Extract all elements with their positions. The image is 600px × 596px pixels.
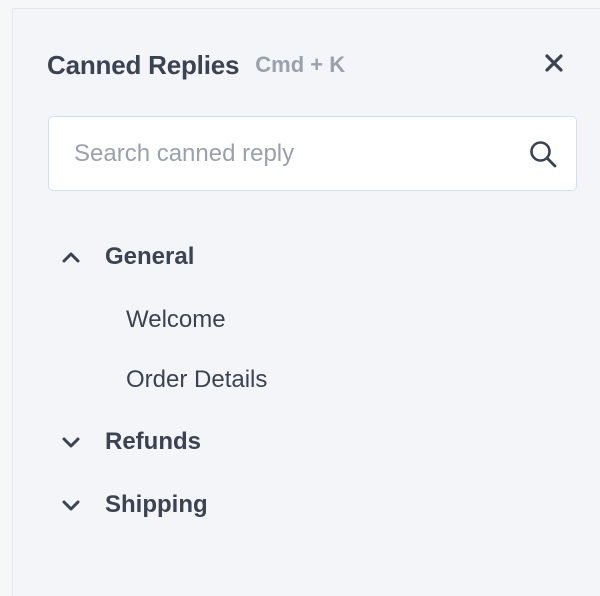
category-general[interactable]: General	[59, 237, 194, 277]
chevron-down-icon	[59, 430, 83, 454]
category-shipping[interactable]: Shipping	[59, 485, 208, 525]
keyboard-shortcut-hint: Cmd + K	[255, 52, 346, 77]
close-icon	[544, 53, 564, 78]
category-label: General	[105, 243, 195, 270]
search-box	[48, 116, 577, 191]
panel-title: Canned Replies	[47, 49, 240, 80]
category-label: Shipping	[105, 491, 208, 518]
chevron-down-icon	[59, 493, 83, 517]
close-button[interactable]	[538, 49, 570, 81]
panel-header: Canned Replies Cmd + K	[47, 45, 570, 85]
category-refunds[interactable]: Refunds	[59, 422, 201, 462]
category-label: Refunds	[105, 428, 201, 455]
search-input[interactable]	[49, 117, 526, 190]
search-icon[interactable]	[526, 137, 560, 171]
reply-item-welcome[interactable]: Welcome	[126, 300, 226, 340]
chevron-up-icon	[59, 245, 83, 269]
canned-replies-panel: Canned Replies Cmd + K General Welco	[12, 8, 600, 596]
reply-item-order-details[interactable]: Order Details	[126, 360, 267, 400]
